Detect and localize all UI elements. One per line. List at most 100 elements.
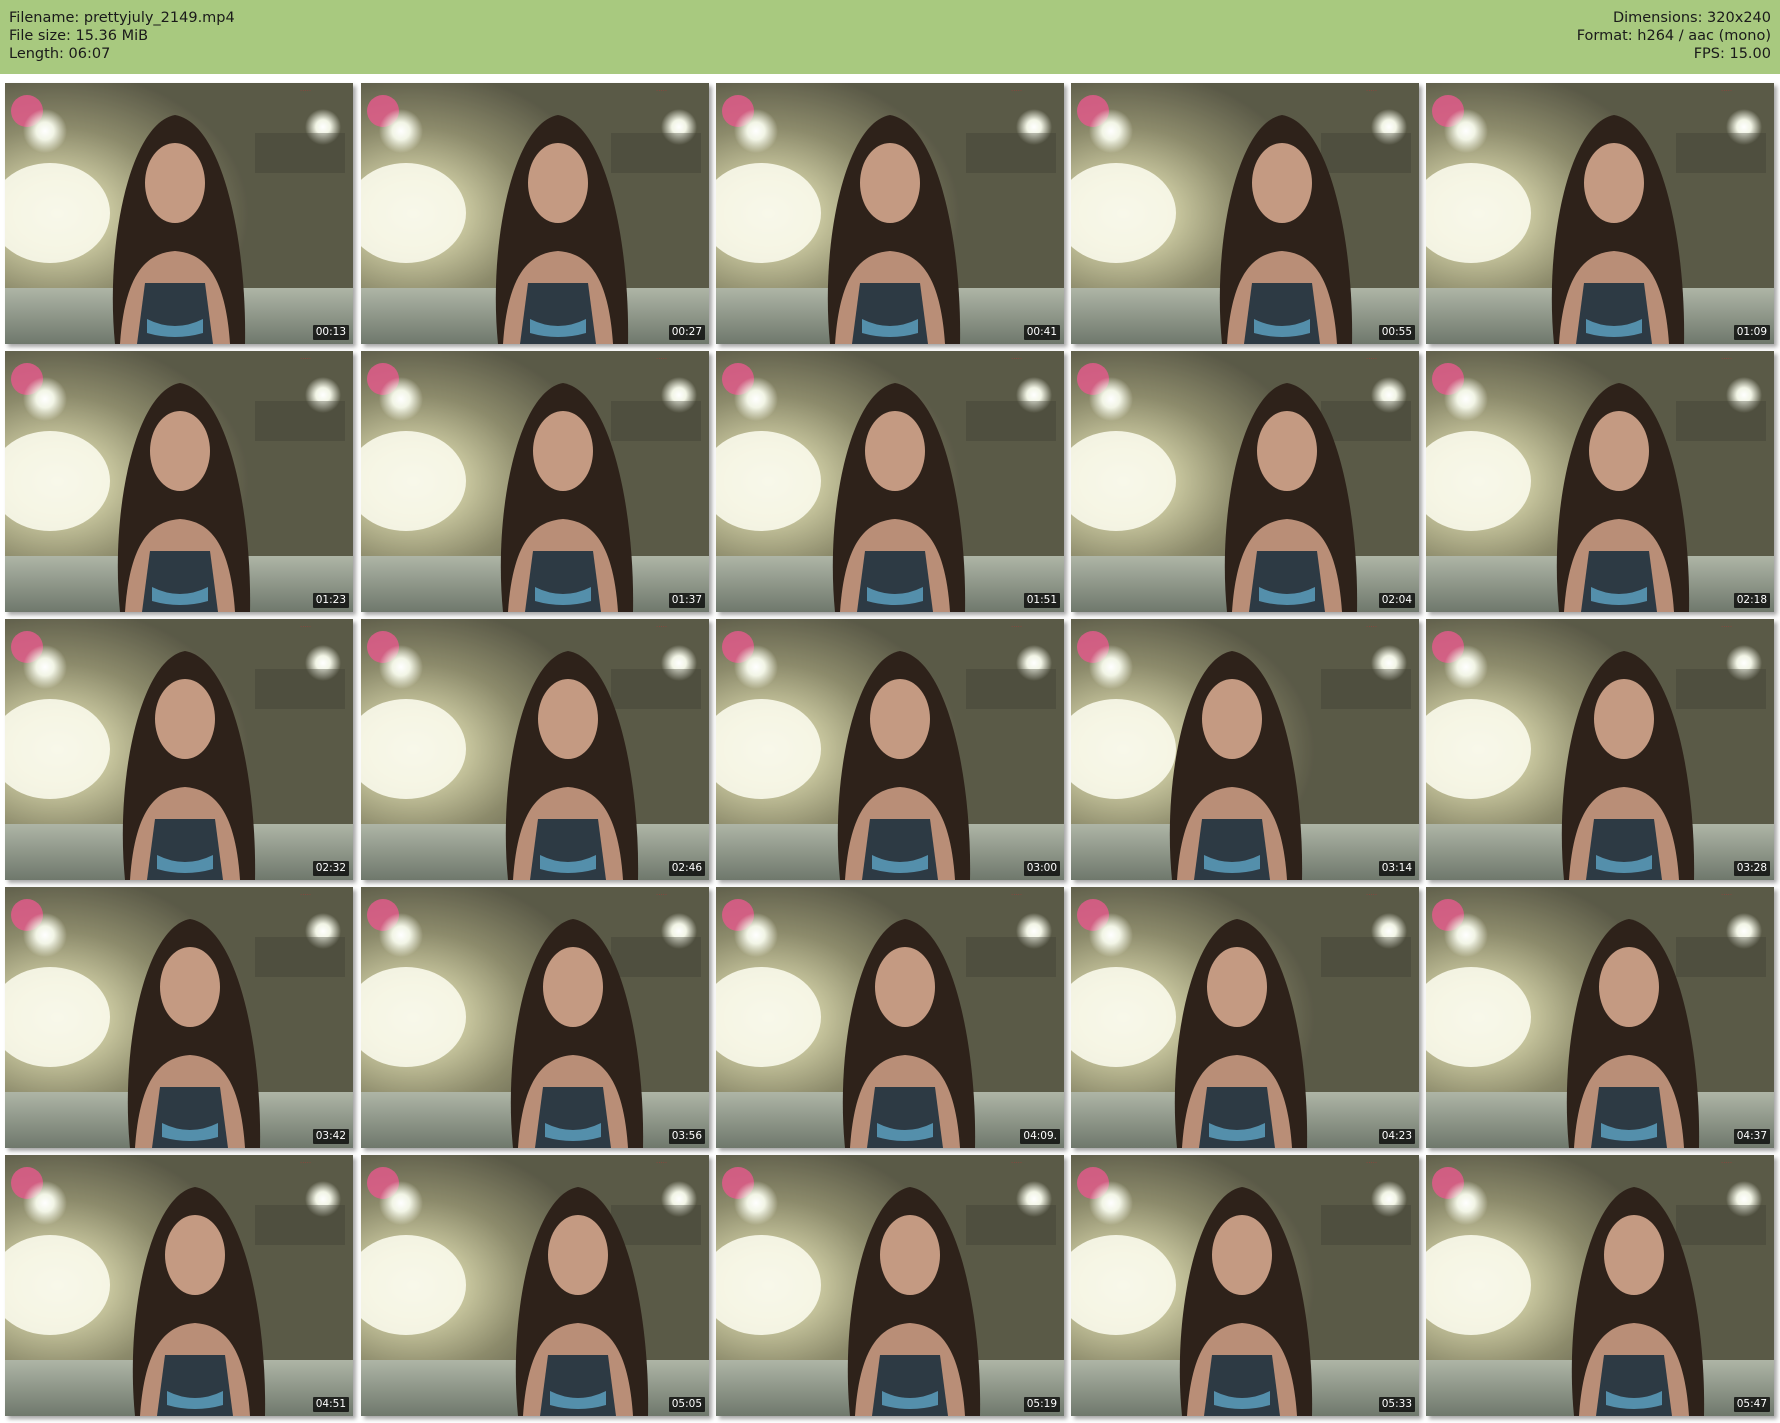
fps-label: FPS: 15.00 bbox=[1693, 46, 1771, 62]
length-label: Length: 06:07 bbox=[9, 46, 111, 62]
svg-text:·····: ····· bbox=[656, 1159, 667, 1167]
timestamp-label: 04:37 bbox=[1733, 1129, 1770, 1144]
svg-text:·····: ····· bbox=[1721, 87, 1732, 95]
metadata-right: Dimensions: 320x240 Format: h264 / aac (… bbox=[1577, 9, 1771, 63]
timestamp-label: 02:46 bbox=[668, 861, 705, 876]
file-size-label: File size: 15.36 MiB bbox=[9, 28, 149, 44]
timestamp-label: 03:28 bbox=[1733, 861, 1770, 876]
svg-text:·····: ····· bbox=[300, 87, 311, 95]
svg-text:·····: ····· bbox=[656, 623, 667, 631]
video-thumbnail: ····· 01:37 bbox=[361, 351, 709, 612]
timestamp-label: 01:23 bbox=[312, 593, 349, 608]
thumbnail-grid: ····· 00:13 ····· 00:27 ····· 00:41 ····· 00:55… bbox=[0, 74, 1780, 1423]
svg-text:·····: ····· bbox=[1011, 1159, 1022, 1167]
video-thumbnail: ····· 04:23 bbox=[1071, 887, 1419, 1148]
timestamp-label: 03:14 bbox=[1378, 861, 1415, 876]
thumbnail-frame-image: ····· bbox=[1426, 619, 1774, 880]
video-thumbnail: ····· 04:09. bbox=[716, 887, 1064, 1148]
thumbnail-frame-image: ····· bbox=[716, 619, 1064, 880]
thumbnail-frame-image: ····· bbox=[1426, 1155, 1774, 1416]
thumbnail-frame-image: ····· bbox=[361, 1155, 709, 1416]
thumbnail-frame-image: ····· bbox=[1071, 887, 1419, 1148]
video-thumbnail: ····· 01:51 bbox=[716, 351, 1064, 612]
timestamp-label: 04:51 bbox=[312, 1397, 349, 1412]
thumbnail-frame-image: ····· bbox=[1071, 1155, 1419, 1416]
thumbnail-frame-image: ····· bbox=[1426, 351, 1774, 612]
timestamp-label: 04:23 bbox=[1378, 1129, 1415, 1144]
filename-label: Filename: prettyjuly_2149.mp4 bbox=[9, 10, 235, 26]
video-thumbnail: ····· 02:04 bbox=[1071, 351, 1419, 612]
timestamp-label: 05:47 bbox=[1733, 1397, 1770, 1412]
video-thumbnail: ····· 00:27 bbox=[361, 83, 709, 344]
video-thumbnail: ····· 05:19 bbox=[716, 1155, 1064, 1416]
timestamp-label: 00:55 bbox=[1378, 325, 1415, 340]
thumbnail-frame-image: ····· bbox=[1071, 83, 1419, 344]
svg-text:·····: ····· bbox=[1721, 355, 1732, 363]
svg-text:·····: ····· bbox=[1011, 891, 1022, 899]
video-thumbnail: ····· 04:37 bbox=[1426, 887, 1774, 1148]
video-thumbnail: ····· 01:23 bbox=[5, 351, 353, 612]
svg-text:·····: ····· bbox=[300, 623, 311, 631]
svg-text:·····: ····· bbox=[656, 87, 667, 95]
svg-text:·····: ····· bbox=[656, 355, 667, 363]
video-thumbnail: ····· 02:18 bbox=[1426, 351, 1774, 612]
svg-text:·····: ····· bbox=[1721, 1159, 1732, 1167]
svg-text:·····: ····· bbox=[656, 891, 667, 899]
video-thumbnail: ····· 02:32 bbox=[5, 619, 353, 880]
thumbnail-frame-image: ····· bbox=[361, 351, 709, 612]
svg-text:·····: ····· bbox=[1011, 87, 1022, 95]
timestamp-label: 03:56 bbox=[668, 1129, 705, 1144]
timestamp-label: 05:19 bbox=[1023, 1397, 1060, 1412]
video-thumbnail: ····· 00:41 bbox=[716, 83, 1064, 344]
thumbnail-frame-image: ····· bbox=[5, 83, 353, 344]
thumbnail-frame-image: ····· bbox=[716, 83, 1064, 344]
svg-text:·····: ····· bbox=[1366, 355, 1377, 363]
svg-text:·····: ····· bbox=[300, 355, 311, 363]
timestamp-label: 04:09. bbox=[1020, 1129, 1060, 1144]
svg-text:·····: ····· bbox=[1011, 623, 1022, 631]
timestamp-label: 01:37 bbox=[668, 593, 705, 608]
thumbnail-frame-image: ····· bbox=[1426, 887, 1774, 1148]
svg-text:·····: ····· bbox=[1721, 623, 1732, 631]
video-thumbnail: ····· 05:47 bbox=[1426, 1155, 1774, 1416]
thumbnail-frame-image: ····· bbox=[716, 887, 1064, 1148]
video-thumbnail: ····· 03:42 bbox=[5, 887, 353, 1148]
video-thumbnail: ····· 00:13 bbox=[5, 83, 353, 344]
metadata-left: Filename: prettyjuly_2149.mp4 File size:… bbox=[9, 9, 235, 63]
timestamp-label: 02:32 bbox=[312, 861, 349, 876]
svg-text:·····: ····· bbox=[1366, 623, 1377, 631]
timestamp-label: 02:04 bbox=[1378, 593, 1415, 608]
video-thumbnail: ····· 00:55 bbox=[1071, 83, 1419, 344]
timestamp-label: 01:09 bbox=[1733, 325, 1770, 340]
thumbnail-frame-image: ····· bbox=[5, 1155, 353, 1416]
thumbnail-frame-image: ····· bbox=[716, 351, 1064, 612]
timestamp-label: 03:42 bbox=[312, 1129, 349, 1144]
thumbnail-frame-image: ····· bbox=[361, 619, 709, 880]
timestamp-label: 00:27 bbox=[668, 325, 705, 340]
svg-text:·····: ····· bbox=[1366, 87, 1377, 95]
video-thumbnail: ····· 05:33 bbox=[1071, 1155, 1419, 1416]
timestamp-label: 03:00 bbox=[1023, 861, 1060, 876]
svg-text:·····: ····· bbox=[1366, 1159, 1377, 1167]
timestamp-label: 00:13 bbox=[312, 325, 349, 340]
video-thumbnail: ····· 02:46 bbox=[361, 619, 709, 880]
timestamp-label: 05:05 bbox=[668, 1397, 705, 1412]
video-thumbnail: ····· 03:14 bbox=[1071, 619, 1419, 880]
video-thumbnail: ····· 01:09 bbox=[1426, 83, 1774, 344]
video-thumbnail: ····· 03:56 bbox=[361, 887, 709, 1148]
thumbnail-frame-image: ····· bbox=[716, 1155, 1064, 1416]
timestamp-label: 05:33 bbox=[1378, 1397, 1415, 1412]
timestamp-label: 01:51 bbox=[1023, 593, 1060, 608]
timestamp-label: 02:18 bbox=[1733, 593, 1770, 608]
thumbnail-frame-image: ····· bbox=[1426, 83, 1774, 344]
thumbnail-frame-image: ····· bbox=[1071, 619, 1419, 880]
dimensions-label: Dimensions: 320x240 bbox=[1612, 10, 1771, 26]
thumbnail-frame-image: ····· bbox=[5, 887, 353, 1148]
thumbnail-frame-image: ····· bbox=[361, 83, 709, 344]
svg-text:·····: ····· bbox=[300, 891, 311, 899]
metadata-header: Filename: prettyjuly_2149.mp4 File size:… bbox=[0, 0, 1780, 74]
video-thumbnail: ····· 03:28 bbox=[1426, 619, 1774, 880]
video-thumbnail: ····· 03:00 bbox=[716, 619, 1064, 880]
thumbnail-frame-image: ····· bbox=[361, 887, 709, 1148]
format-label: Format: h264 / aac (mono) bbox=[1576, 28, 1771, 44]
